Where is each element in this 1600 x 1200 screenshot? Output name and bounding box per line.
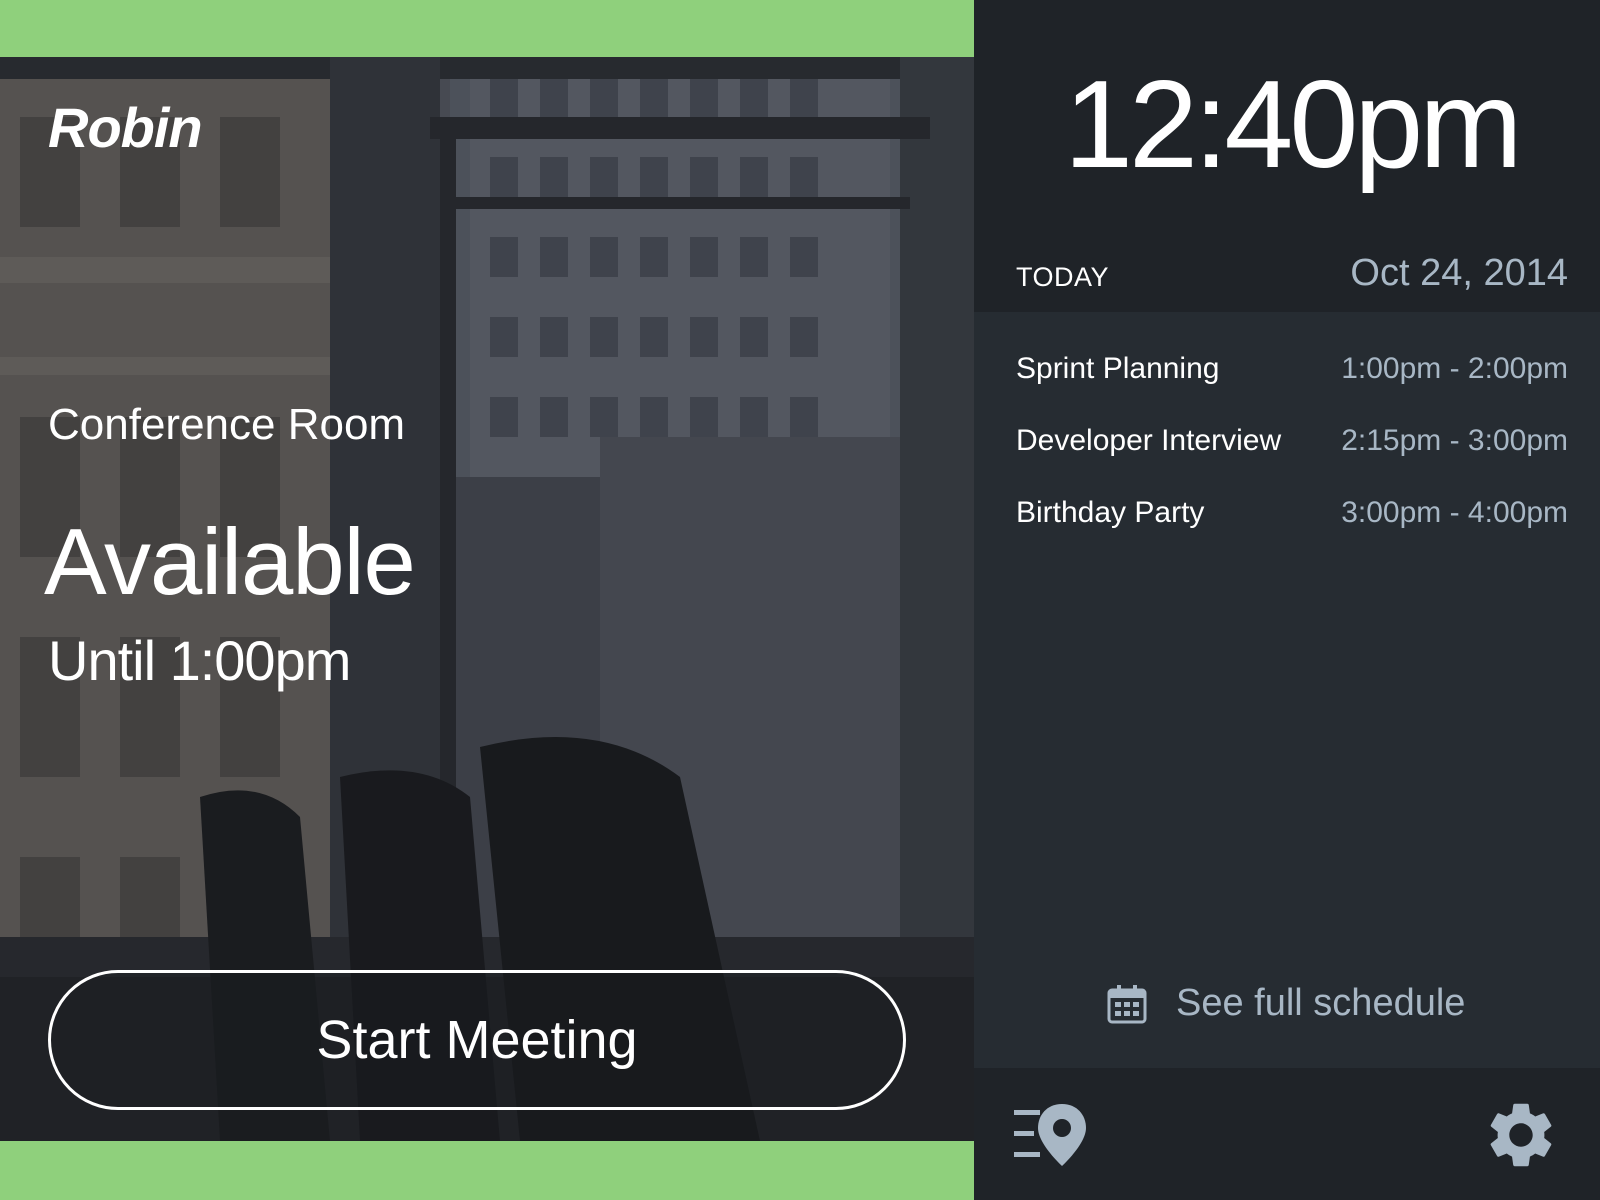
event-title: Birthday Party — [1016, 496, 1205, 529]
current-time: 12:40pm — [1064, 56, 1523, 194]
see-full-schedule-link[interactable]: See full schedule — [1106, 982, 1465, 1025]
footer-bar — [974, 1068, 1600, 1200]
gear-icon[interactable] — [1482, 1096, 1560, 1174]
event-title: Developer Interview — [1016, 424, 1282, 457]
event-time: 1:00pm - 2:00pm — [1341, 352, 1568, 385]
event-item[interactable]: Developer Interview 2:15pm - 3:00pm — [1016, 424, 1568, 496]
schedule-panel: 12:40pm TODAY Oct 24, 2014 Sprint Planni… — [974, 0, 1600, 1200]
today-label: TODAY — [1016, 262, 1110, 292]
availability-bar-top — [0, 0, 974, 57]
calendar-icon — [1107, 984, 1147, 1023]
event-item[interactable]: Sprint Planning 1:00pm - 2:00pm — [1016, 352, 1568, 424]
today-date: Oct 24, 2014 — [1350, 252, 1568, 294]
room-name: Conference Room — [48, 400, 406, 449]
availability-bar-bottom — [0, 1141, 974, 1200]
room-status-panel: Robin Conference Room Available Until 1:… — [0, 0, 974, 1200]
find-room-icon[interactable] — [1014, 1100, 1092, 1170]
clock-header: 12:40pm TODAY Oct 24, 2014 — [974, 0, 1600, 312]
room-status: Available — [44, 509, 416, 614]
event-time: 2:15pm - 3:00pm — [1341, 424, 1568, 457]
see-full-schedule-label: See full schedule — [1176, 982, 1466, 1024]
available-until: Until 1:00pm — [48, 629, 351, 692]
event-item[interactable]: Birthday Party 3:00pm - 4:00pm — [1016, 496, 1568, 568]
start-meeting-button[interactable]: Start Meeting — [48, 970, 906, 1110]
robin-logo: Robin — [48, 96, 203, 159]
event-time: 3:00pm - 4:00pm — [1341, 496, 1568, 529]
event-list: Sprint Planning 1:00pm - 2:00pm Develope… — [1016, 352, 1568, 568]
event-title: Sprint Planning — [1016, 352, 1220, 385]
